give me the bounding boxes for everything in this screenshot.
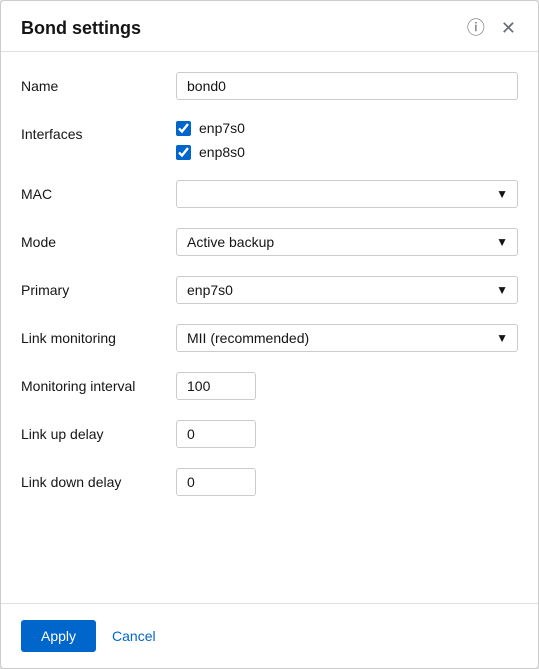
link-up-delay-input[interactable]: [176, 420, 256, 448]
header-icons: ⓘ ✕: [465, 17, 518, 39]
mode-row: Mode Active backup Balance RR Balance XO…: [21, 228, 518, 256]
monitoring-interval-label: Monitoring interval: [21, 372, 176, 394]
primary-select-wrapper: enp7s0 enp8s0 ▼: [176, 276, 518, 304]
interface-enp7s0-checkbox[interactable]: [176, 121, 191, 136]
close-button[interactable]: ✕: [499, 17, 518, 39]
link-monitoring-row: Link monitoring MII (recommended) ARP ▼: [21, 324, 518, 352]
interface-enp7s0-row: enp7s0: [176, 120, 518, 136]
primary-row: Primary enp7s0 enp8s0 ▼: [21, 276, 518, 304]
dialog-title: Bond settings: [21, 18, 141, 39]
name-label: Name: [21, 72, 176, 94]
link-monitoring-control: MII (recommended) ARP ▼: [176, 324, 518, 352]
link-down-delay-control: [176, 468, 518, 496]
name-input[interactable]: [176, 72, 518, 100]
cancel-button[interactable]: Cancel: [108, 620, 160, 652]
primary-control: enp7s0 enp8s0 ▼: [176, 276, 518, 304]
help-icon: ⓘ: [467, 18, 485, 38]
mac-row: MAC ▼: [21, 180, 518, 208]
monitoring-interval-input[interactable]: [176, 372, 256, 400]
dialog-footer: Apply Cancel: [1, 603, 538, 668]
link-down-delay-row: Link down delay: [21, 468, 518, 496]
link-down-delay-input[interactable]: [176, 468, 256, 496]
link-monitoring-select-wrapper: MII (recommended) ARP ▼: [176, 324, 518, 352]
interface-enp8s0-label: enp8s0: [199, 144, 245, 160]
bond-settings-dialog: Bond settings ⓘ ✕ Name Interfaces enp7s0: [0, 0, 539, 669]
close-icon: ✕: [501, 18, 516, 38]
interfaces-label: Interfaces: [21, 120, 176, 142]
mode-select[interactable]: Active backup Balance RR Balance XOR Bro…: [176, 228, 518, 256]
interface-enp7s0-label: enp7s0: [199, 120, 245, 136]
apply-button[interactable]: Apply: [21, 620, 96, 652]
mac-select-wrapper: ▼: [176, 180, 518, 208]
mode-label: Mode: [21, 228, 176, 250]
primary-label: Primary: [21, 276, 176, 298]
link-monitoring-label: Link monitoring: [21, 324, 176, 346]
interfaces-row: Interfaces enp7s0 enp8s0: [21, 120, 518, 160]
link-up-delay-row: Link up delay: [21, 420, 518, 448]
link-down-delay-label: Link down delay: [21, 468, 176, 490]
primary-select[interactable]: enp7s0 enp8s0: [176, 276, 518, 304]
name-control: [176, 72, 518, 100]
mode-control: Active backup Balance RR Balance XOR Bro…: [176, 228, 518, 256]
help-button[interactable]: ⓘ: [465, 17, 487, 39]
link-monitoring-select[interactable]: MII (recommended) ARP: [176, 324, 518, 352]
mac-label: MAC: [21, 180, 176, 202]
mac-control: ▼: [176, 180, 518, 208]
dialog-body: Name Interfaces enp7s0 enp8s0 MAC: [1, 52, 538, 593]
name-row: Name: [21, 72, 518, 100]
interface-enp8s0-checkbox[interactable]: [176, 145, 191, 160]
monitoring-interval-row: Monitoring interval: [21, 372, 518, 400]
monitoring-interval-control: [176, 372, 518, 400]
link-up-delay-control: [176, 420, 518, 448]
link-up-delay-label: Link up delay: [21, 420, 176, 442]
mode-select-wrapper: Active backup Balance RR Balance XOR Bro…: [176, 228, 518, 256]
interface-enp8s0-row: enp8s0: [176, 144, 518, 160]
interfaces-group: enp7s0 enp8s0: [176, 120, 518, 160]
dialog-header: Bond settings ⓘ ✕: [1, 1, 538, 52]
mac-select[interactable]: [176, 180, 518, 208]
